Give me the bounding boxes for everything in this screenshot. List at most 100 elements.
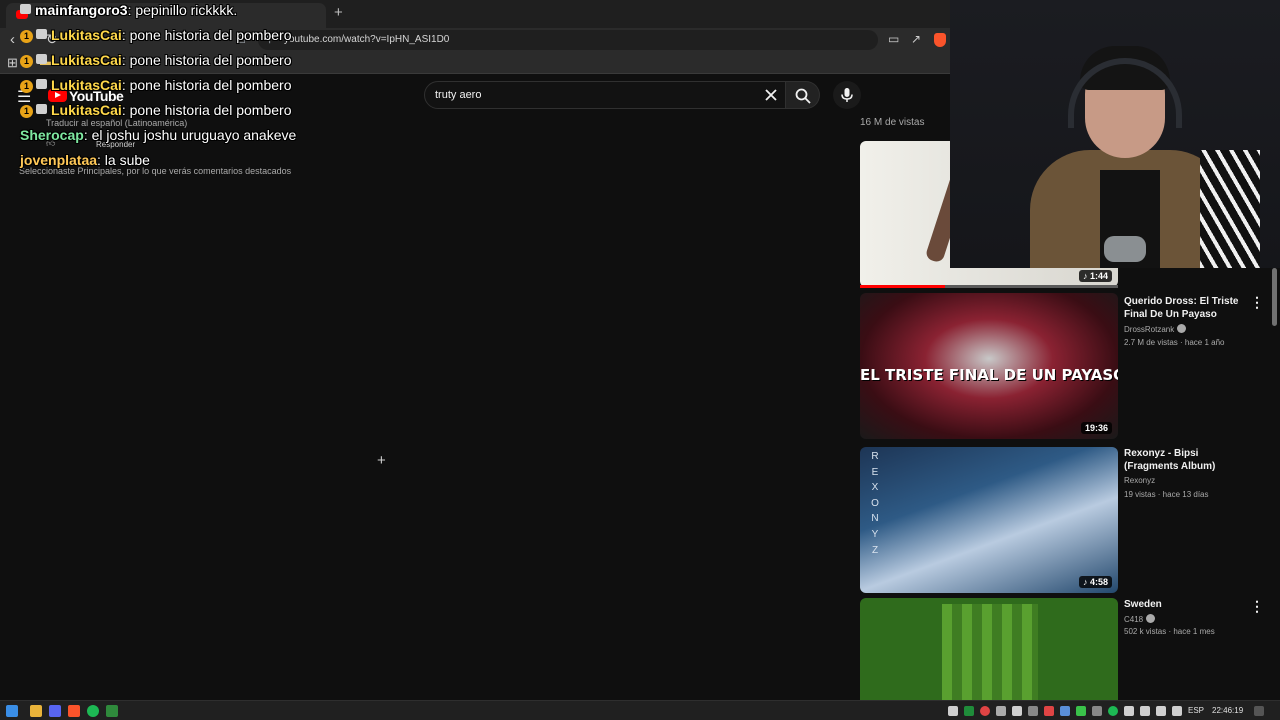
chat-message: jovenplataa: la sube [20,152,150,168]
music-note-icon: ♪ [1082,577,1090,587]
chat-username: LukitasCai [51,77,122,93]
duration-badge: 19:36 [1080,422,1112,434]
notifications-icon[interactable] [1254,706,1264,716]
video-title[interactable]: Querido Dross: El Triste Final De Un Pay… [1124,295,1249,321]
volume-icon[interactable] [1172,706,1182,716]
tray-icon[interactable] [1012,706,1022,716]
spotify-icon[interactable] [87,705,99,717]
close-icon[interactable] [763,87,779,103]
terminal-icon[interactable] [106,705,118,717]
subscriber-badge-icon: 1 [20,80,33,93]
channel-name[interactable]: Rexonyz [1124,476,1155,485]
thumbnail-text: REXONYZ [871,451,879,556]
discord-icon[interactable] [49,705,61,717]
subscriber-badge-icon: 1 [20,105,33,118]
chat-text: : pepinillo rickkkk. [127,2,238,18]
video-thumbnail[interactable]: EL TRISTE FINAL DE UN PAYASO 19:36 [860,293,1118,439]
chat-badge-icon [36,104,47,114]
microphone [1104,236,1146,262]
channel-name[interactable]: C418 [1124,614,1156,624]
tray-icon[interactable] [1092,706,1102,716]
address-text: youtube.com/watch?v=IpHN_ASI1D0 [284,34,450,45]
chat-message: 1 LukitasCai: pone historia del pombero [20,52,291,68]
channel-name[interactable]: DrossRotzank [1124,324,1187,334]
video-thumbnail[interactable]: REXONYZ ♪ 4:58 [860,447,1118,593]
brave-icon[interactable] [68,705,80,717]
back-icon[interactable]: ‹ [10,31,15,48]
tray-icon[interactable] [1076,706,1086,716]
duration-text: 1:44 [1089,271,1108,281]
search-input[interactable]: truty aero [424,81,786,109]
chat-badge-icon [36,79,47,89]
tray-icon[interactable] [964,706,974,716]
video-meta: 19 vistas · hace 13 días [1124,490,1209,499]
wifi-icon[interactable] [1156,706,1166,716]
chat-username: LukitasCai [51,102,122,118]
chat-username: jovenplataa [20,152,98,168]
search-query: truty aero [435,89,482,101]
chat-message: 1 LukitasCai: pone historia del pombero [20,27,291,43]
more-vert-icon[interactable]: ⋮ [1250,294,1264,311]
file-explorer-icon[interactable] [30,705,42,717]
music-note-icon: ♪ [1082,271,1090,281]
tray-icon[interactable] [1060,706,1070,716]
duration-text: 4:58 [1089,577,1108,587]
tray-icon[interactable] [996,706,1006,716]
address-bar[interactable]: ⚲ youtube.com/watch?v=IpHN_ASI1D0 [258,30,878,50]
chat-message: 1 LukitasCai: pone historia del pombero [20,102,291,118]
tray-icon[interactable] [1140,706,1150,716]
subscriber-badge-icon: 1 [20,30,33,43]
chat-badge-icon [20,4,31,14]
new-tab-button[interactable]: + [334,4,343,21]
tray-icon[interactable] [1028,706,1038,716]
duration-badge: ♪ 4:58 [1078,576,1112,588]
video-meta: 2.7 M de vistas · hace 1 año [1124,338,1225,347]
chat-username: Sherocap [20,127,84,143]
webcam-person-sleeve [1200,150,1260,268]
watch-progress-bar [860,285,1118,288]
chat-badge-icon [36,29,47,39]
views-count: 16 M de vistas [860,117,925,128]
share-icon[interactable]: ↗ [911,32,921,46]
chat-username: mainfangoro3 [35,2,128,18]
scrollbar[interactable] [1272,268,1277,326]
tray-icon[interactable] [1124,706,1134,716]
thumbnail-text: EL TRISTE FINAL DE UN PAYASO [860,366,1118,384]
tray-icon[interactable] [948,706,958,716]
chat-message: Sherocap: el joshu joshu uruguayo anakev… [20,127,296,143]
mic-icon [841,88,853,102]
watch-progress-fill [860,285,946,288]
clock[interactable]: 22:46:19 [1212,706,1243,715]
start-icon[interactable] [6,705,18,717]
chat-message: 1 LukitasCai: pone historia del pombero [20,77,291,93]
subscriber-badge-icon: 1 [20,55,33,68]
more-vert-icon[interactable]: ⋮ [1250,598,1264,615]
chat-text: : la sube [97,152,150,168]
chat-username: LukitasCai [51,27,122,43]
screen: + ‹ ↻ ☐ ⚲ youtube.com/watch?v=IpHN_ASI1D… [0,0,1280,720]
chat-text: : el joshu joshu uruguayo anakeve [83,127,297,143]
chat-text: : pone historia del pombero [121,77,292,93]
thumbnail-art [942,604,1038,700]
taskbar: ESP 22:46:19 [0,700,1280,720]
verified-icon [1146,614,1156,623]
chat-badge-icon [36,54,47,64]
cast-icon[interactable]: ▭ [888,32,899,46]
voice-search-button[interactable] [833,81,861,109]
language-indicator[interactable]: ESP [1188,706,1204,715]
chat-text: : pone historia del pombero [121,27,292,43]
tray-icon[interactable] [1044,706,1054,716]
video-thumbnail[interactable] [860,598,1118,700]
video-title[interactable]: Sweden [1124,598,1249,611]
video-title[interactable]: Rexonyz - Bipsi (Fragments Album) [1124,447,1249,473]
video-meta: 502 k vistas · hace 1 mes [1124,627,1215,636]
tray-icon[interactable] [1108,706,1118,716]
brave-shield-icon[interactable] [934,33,946,47]
apps-grid-icon[interactable]: ⊞ [7,55,18,71]
tray-icon[interactable] [980,706,990,716]
search-button[interactable] [786,81,820,109]
chat-text: : pone historia del pombero [121,52,292,68]
chat-text: : pone historia del pombero [121,102,292,118]
chat-message: mainfangoro3: pepinillo rickkkk. [20,2,237,18]
crosshair-cursor-icon: + [377,452,386,469]
